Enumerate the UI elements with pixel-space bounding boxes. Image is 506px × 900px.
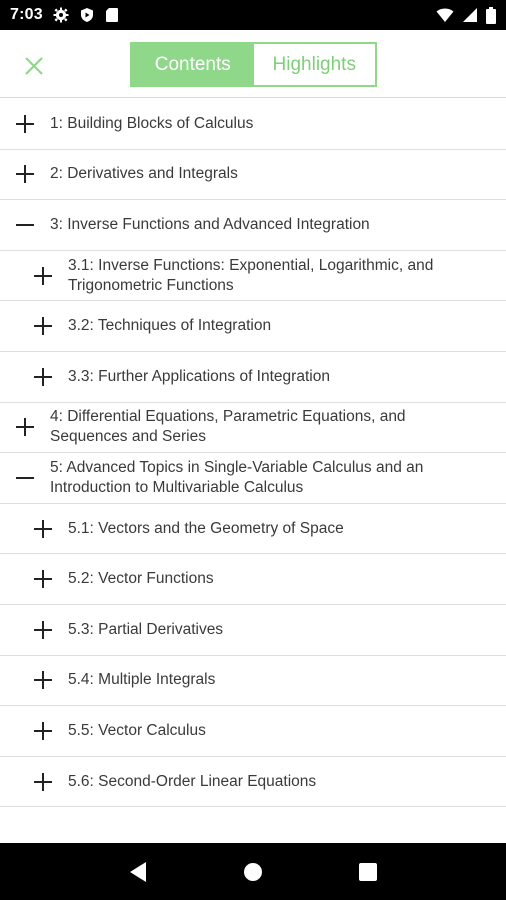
gear-icon bbox=[53, 7, 69, 23]
signal-icon bbox=[462, 7, 478, 23]
tab-highlights[interactable]: Highlights bbox=[253, 44, 375, 85]
status-right bbox=[436, 6, 496, 24]
expand-icon[interactable] bbox=[33, 519, 53, 539]
status-left: 7:03 bbox=[10, 6, 119, 24]
toc-subitem[interactable]: 5.3: Partial Derivatives bbox=[0, 605, 506, 656]
app-header: Contents Highlights bbox=[0, 30, 506, 98]
toc-item-label: 2: Derivatives and Integrals bbox=[50, 165, 238, 183]
toc-subitem[interactable]: 5.4: Multiple Integrals bbox=[0, 656, 506, 707]
toc-item-label: 1: Building Blocks of Calculus bbox=[50, 114, 254, 132]
toc-subitem[interactable]: 5.2: Vector Functions bbox=[0, 554, 506, 605]
home-button[interactable] bbox=[233, 852, 273, 892]
expand-icon[interactable] bbox=[33, 721, 53, 741]
toc-subitem[interactable]: 5.5: Vector Calculus bbox=[0, 706, 506, 757]
toc-item-label: 5: Advanced Topics in Single-Variable Ca… bbox=[50, 458, 424, 496]
close-button[interactable] bbox=[20, 52, 48, 80]
wifi-icon bbox=[436, 8, 454, 23]
toc-item[interactable]: 2: Derivatives and Integrals bbox=[0, 150, 506, 201]
close-icon bbox=[25, 57, 43, 75]
recents-button[interactable] bbox=[348, 852, 388, 892]
expand-icon[interactable] bbox=[15, 164, 35, 184]
toc-item-label: 5.3: Partial Derivatives bbox=[68, 620, 224, 638]
toc-item-label: 3: Inverse Functions and Advanced Integr… bbox=[50, 215, 370, 233]
status-bar: 7:03 bbox=[0, 0, 506, 30]
toc-item[interactable]: 3: Inverse Functions and Advanced Integr… bbox=[0, 200, 506, 251]
toc-item-label: 3.1: Inverse Functions: Exponential, Log… bbox=[68, 256, 434, 294]
toc-subitem[interactable]: 3.1: Inverse Functions: Exponential, Log… bbox=[0, 251, 506, 302]
toc-item-label: 5.6: Second-Order Linear Equations bbox=[68, 772, 317, 790]
collapse-icon[interactable] bbox=[15, 215, 35, 235]
toc-subitem[interactable]: 5.6: Second-Order Linear Equations bbox=[0, 757, 506, 808]
toc-item-label: 5.5: Vector Calculus bbox=[68, 721, 206, 739]
toc-subitem[interactable]: 5.1: Vectors and the Geometry of Space bbox=[0, 504, 506, 555]
toc-item-label: 5.1: Vectors and the Geometry of Space bbox=[68, 519, 344, 537]
system-nav-bar bbox=[0, 843, 506, 900]
tab-contents[interactable]: Contents bbox=[132, 44, 254, 85]
tab-switcher: Contents Highlights bbox=[130, 42, 377, 87]
collapse-icon[interactable] bbox=[15, 468, 35, 488]
toc-item-label: 4: Differential Equations, Parametric Eq… bbox=[50, 408, 406, 446]
sd-card-icon bbox=[105, 7, 119, 23]
toc-item-label: 5.4: Multiple Integrals bbox=[68, 671, 216, 689]
toc-item-label: 3.2: Techniques of Integration bbox=[68, 317, 272, 335]
expand-icon[interactable] bbox=[33, 670, 53, 690]
expand-icon[interactable] bbox=[15, 417, 35, 437]
back-icon bbox=[129, 861, 146, 882]
expand-icon[interactable] bbox=[15, 114, 35, 134]
status-time: 7:03 bbox=[10, 6, 43, 23]
home-icon bbox=[243, 862, 262, 881]
expand-icon[interactable] bbox=[33, 367, 53, 387]
expand-icon[interactable] bbox=[33, 620, 53, 640]
table-of-contents: 1: Building Blocks of Calculus 2: Deriva… bbox=[0, 99, 506, 808]
expand-icon[interactable] bbox=[33, 772, 53, 792]
expand-icon[interactable] bbox=[33, 266, 53, 286]
toc-item[interactable]: 4: Differential Equations, Parametric Eq… bbox=[0, 403, 506, 454]
expand-icon[interactable] bbox=[33, 316, 53, 336]
toc-subitem[interactable]: 3.2: Techniques of Integration bbox=[0, 301, 506, 352]
toc-subitem[interactable]: 3.3: Further Applications of Integration bbox=[0, 352, 506, 403]
toc-item[interactable]: 1: Building Blocks of Calculus bbox=[0, 99, 506, 150]
toc-item-label: 3.3: Further Applications of Integration bbox=[68, 367, 330, 385]
back-button[interactable] bbox=[118, 852, 158, 892]
battery-icon bbox=[486, 6, 496, 24]
toc-item[interactable]: 5: Advanced Topics in Single-Variable Ca… bbox=[0, 453, 506, 504]
expand-icon[interactable] bbox=[33, 569, 53, 589]
recents-icon bbox=[359, 862, 378, 881]
play-protect-icon bbox=[79, 7, 95, 23]
toc-item-label: 5.2: Vector Functions bbox=[68, 570, 214, 588]
